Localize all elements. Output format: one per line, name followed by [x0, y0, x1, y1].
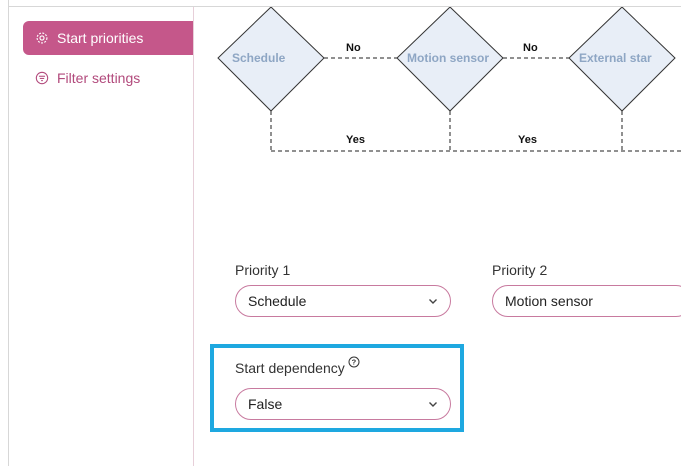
priority1-select[interactable]: Schedule — [235, 285, 451, 317]
sidebar-item-label: Filter settings — [57, 70, 141, 86]
flow-edge-label-yes: Yes — [346, 134, 365, 146]
priority2-select[interactable]: Motion sensor — [492, 285, 681, 317]
flow-node-label: External star — [579, 51, 652, 65]
sidebar-item-filter-settings[interactable]: Filter settings — [23, 61, 193, 95]
priority2-label: Priority 2 — [492, 262, 548, 278]
sidebar: Start priorities Filter settings — [9, 7, 194, 466]
flow-edge-label-yes: Yes — [518, 134, 537, 146]
filter-icon — [35, 71, 49, 85]
start-dependency-label-text: Start dependency — [235, 360, 345, 376]
question-circle-icon[interactable]: ? — [348, 356, 360, 368]
priority1-label: Priority 1 — [235, 262, 291, 278]
chevron-down-icon — [429, 402, 437, 407]
chevron-down-icon — [429, 299, 437, 304]
flow-node-label: Schedule — [232, 51, 286, 65]
svg-text:?: ? — [351, 358, 356, 367]
priority2-value: Motion sensor — [505, 293, 593, 309]
priority1-value: Schedule — [248, 293, 307, 309]
start-dependency-value: False — [248, 396, 283, 412]
gear-icon — [36, 32, 48, 44]
sidebar-item-start-priorities[interactable]: Start priorities — [23, 21, 193, 55]
sidebar-item-label: Start priorities — [57, 30, 144, 46]
flow-edge-label-no: No — [346, 42, 361, 54]
start-dependency-select[interactable]: False — [235, 388, 451, 420]
priority-flow-diagram: Schedule Motion sensor External star No … — [217, 7, 681, 152]
flow-node-label: Motion sensor — [407, 51, 489, 65]
flow-edge-label-no: No — [523, 42, 538, 54]
start-dependency-label: Start dependency ? — [235, 356, 360, 376]
